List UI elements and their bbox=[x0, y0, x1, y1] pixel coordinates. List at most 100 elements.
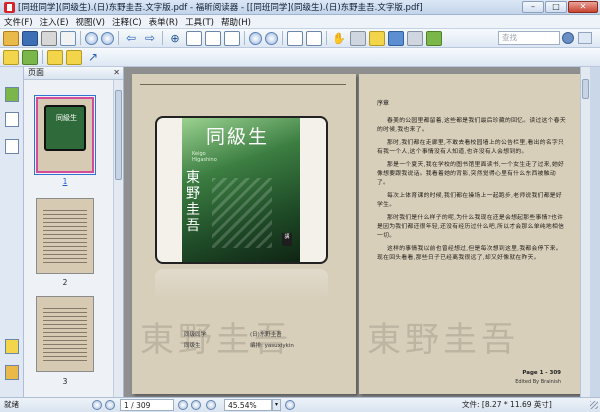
bookmarks-icon[interactable] bbox=[5, 87, 19, 102]
print-icon[interactable] bbox=[41, 30, 57, 46]
page-thumbnail[interactable] bbox=[36, 198, 94, 274]
thumbnail-cover-title: 同級生 bbox=[56, 114, 77, 122]
zoom-in-icon[interactable] bbox=[265, 31, 278, 45]
select-text-icon[interactable] bbox=[350, 30, 366, 46]
toolbar-separator bbox=[244, 31, 245, 45]
zoom-out-status-icon[interactable] bbox=[206, 400, 216, 410]
snapshot-icon[interactable] bbox=[388, 30, 404, 46]
last-page-icon[interactable] bbox=[191, 400, 201, 410]
document-view: 東野圭吾 同級生 Keigo Higashino 東野圭吾 講 同级同学 同级生… bbox=[124, 67, 590, 397]
hand-tool-icon[interactable]: ✋ bbox=[331, 31, 347, 46]
paragraph: 这样的事情我以前也曾经想过,但是每次想到这里,我都会停下来。现在回头看看,那些日… bbox=[377, 246, 562, 261]
document-scrollbar[interactable] bbox=[580, 67, 590, 397]
paragraph: 那时我们是什么样子的呢,为什么我现在还是会想起那些事情?也许是因为我们都还很年轻… bbox=[377, 215, 565, 239]
cover-reflection bbox=[155, 269, 328, 299]
thumbnail-text-lines bbox=[43, 305, 87, 363]
search-options-icon[interactable] bbox=[578, 32, 592, 44]
menu-form[interactable]: 表单(R) bbox=[149, 16, 179, 28]
previous-view-icon[interactable]: ⇦ bbox=[123, 31, 139, 46]
zoom-in-status-icon[interactable] bbox=[285, 400, 295, 410]
status-text: 就绪 bbox=[4, 400, 19, 409]
typewriter-icon[interactable] bbox=[407, 30, 423, 46]
fit-page-icon[interactable] bbox=[186, 30, 202, 46]
page-1: 東野圭吾 同級生 Keigo Higashino 東野圭吾 講 同级同学 同级生… bbox=[132, 74, 356, 394]
menu-tools[interactable]: 工具(T) bbox=[185, 16, 214, 28]
document-size: 文件: [8.27 * 11.69 英寸] bbox=[462, 400, 552, 409]
minimize-button[interactable]: – bbox=[522, 1, 544, 13]
text-box-icon[interactable] bbox=[47, 49, 63, 65]
panel-close-icon[interactable]: ✕ bbox=[113, 67, 120, 79]
cover-subtitle: Keigo Higashino bbox=[192, 151, 217, 163]
page-thumbnail[interactable] bbox=[36, 296, 94, 372]
page-thumbnail[interactable]: 同級生 bbox=[34, 95, 96, 175]
actual-size-icon[interactable] bbox=[224, 30, 240, 46]
window-controls: – □ ✕ bbox=[522, 1, 598, 13]
chapter-heading: 序章 bbox=[377, 100, 390, 107]
forward-icon[interactable] bbox=[101, 31, 114, 45]
pages-icon[interactable] bbox=[5, 112, 19, 127]
menu-view[interactable]: 视图(V) bbox=[76, 16, 105, 28]
title-bar: [同班同学](同级生).(日)东野圭吾.文字版.pdf - 福昕阅读器 - [[… bbox=[0, 0, 600, 15]
previous-page-icon[interactable] bbox=[105, 400, 115, 410]
open-folder-icon[interactable] bbox=[3, 30, 19, 46]
book-cover: 同級生 Keigo Higashino 東野圭吾 講 bbox=[155, 116, 328, 264]
panel-header: 页面 ✕ bbox=[24, 67, 123, 80]
menu-help[interactable]: 帮助(H) bbox=[221, 16, 251, 28]
toolbar-separator bbox=[42, 50, 43, 64]
resize-grip-icon[interactable] bbox=[590, 401, 598, 409]
page-number-field[interactable]: 1 / 309 bbox=[120, 399, 174, 411]
email-icon[interactable] bbox=[60, 30, 76, 46]
zoom-dropdown-icon[interactable]: ▾ bbox=[272, 399, 281, 411]
arrow-tool-icon[interactable]: ↗ bbox=[85, 50, 101, 65]
toolbar-separator bbox=[162, 31, 163, 45]
navigation-rail bbox=[0, 67, 24, 397]
comment-icon[interactable] bbox=[66, 49, 82, 65]
cover-title: 同級生 bbox=[206, 126, 270, 148]
thumbnail-number: 2 bbox=[62, 278, 68, 287]
menu-bar: 文件(F) 注入(E) 视图(V) 注释(C) 表单(R) 工具(T) 帮助(H… bbox=[0, 15, 600, 29]
search-icon[interactable] bbox=[562, 32, 574, 44]
image-icon[interactable] bbox=[426, 30, 442, 46]
layers-icon[interactable] bbox=[5, 139, 19, 154]
toolbar-separator bbox=[282, 31, 283, 45]
comments-icon[interactable] bbox=[5, 339, 19, 354]
pages-panel: 页面 ✕ 同級生 1 2 3 bbox=[24, 67, 124, 397]
pencil-icon[interactable] bbox=[22, 49, 38, 65]
toolbar-separator bbox=[118, 31, 119, 45]
note-icon[interactable] bbox=[3, 49, 19, 65]
watermark-text: 東野圭吾 bbox=[367, 320, 519, 360]
fit-width-icon[interactable] bbox=[205, 30, 221, 46]
paragraph: 每次上体育课的时候,我们都在操场上一起跑步,老师说我们都是好学生。 bbox=[377, 193, 562, 208]
credit-left: 同级同学 同级生 bbox=[184, 330, 206, 352]
back-icon[interactable] bbox=[85, 31, 98, 45]
single-page-icon[interactable] bbox=[287, 30, 303, 46]
continuous-page-icon[interactable] bbox=[306, 30, 322, 46]
panel-scrollbar-thumb[interactable] bbox=[115, 90, 122, 180]
zoom-icon[interactable]: ⊕ bbox=[167, 31, 183, 46]
attachments-icon[interactable] bbox=[5, 365, 19, 380]
window-title: [同班同学](同级生).(日)东野圭吾.文字版.pdf - 福昕阅读器 - [[… bbox=[18, 3, 423, 13]
thumbnail-list: 同級生 1 2 3 bbox=[24, 80, 114, 397]
paragraph: 春美的公园里都留着,这些都是我们最后珍藏的回忆。读过这个春天的时候,我也来了。 bbox=[377, 118, 566, 133]
thumbnail-text-lines bbox=[43, 207, 87, 265]
status-bar: 就绪 1 / 309 45.54% ▾ 文件: [8.27 * 11.69 英寸… bbox=[0, 397, 600, 412]
highlight-icon[interactable] bbox=[369, 30, 385, 46]
save-icon[interactable] bbox=[22, 30, 38, 46]
document-scrollbar-thumb[interactable] bbox=[582, 79, 589, 99]
zoom-level-field[interactable]: 45.54% bbox=[224, 399, 272, 411]
page-footer-number: Page 1 - 309 bbox=[522, 370, 561, 376]
next-view-icon[interactable]: ⇨ bbox=[142, 31, 158, 46]
thumbnail-number: 1 bbox=[62, 177, 68, 186]
search-input[interactable]: 查找 bbox=[498, 31, 560, 45]
menu-comment[interactable]: 注释(C) bbox=[112, 16, 142, 28]
zoom-out-icon[interactable] bbox=[249, 31, 262, 45]
credit-line: 同级同学 bbox=[184, 332, 207, 338]
menu-insert[interactable]: 注入(E) bbox=[40, 16, 69, 28]
next-page-icon[interactable] bbox=[178, 400, 188, 410]
close-button[interactable]: ✕ bbox=[568, 1, 598, 13]
menu-file[interactable]: 文件(F) bbox=[4, 16, 33, 28]
panel-scrollbar[interactable] bbox=[113, 80, 123, 397]
maximize-button[interactable]: □ bbox=[545, 1, 567, 13]
first-page-icon[interactable] bbox=[92, 400, 102, 410]
cover-author: 東野圭吾 bbox=[186, 170, 200, 234]
